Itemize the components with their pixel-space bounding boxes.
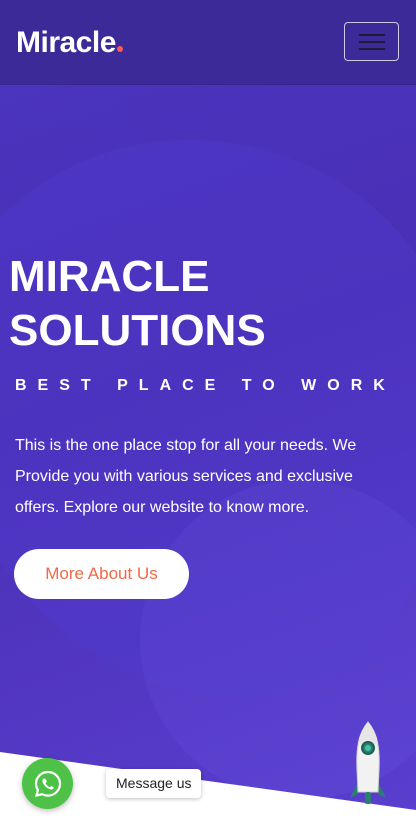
navbar: Miracle [0, 0, 416, 84]
hamburger-menu-icon [359, 34, 385, 36]
brand-logo[interactable]: Miracle [16, 26, 123, 60]
hamburger-bar [359, 41, 385, 43]
hero-title: MIRACLE SOLUTIONS [9, 252, 266, 355]
hero-subtitle: BEST PLACE TO WORK [15, 377, 396, 394]
whatsapp-icon [34, 770, 61, 797]
brand-dot [116, 46, 123, 52]
rocket-icon[interactable] [344, 720, 392, 810]
menu-toggle-button[interactable] [344, 22, 399, 61]
hero-description: This is the one place stop for all your … [15, 437, 357, 516]
page: Miracle MIRACLE SOLUTIONS BEST PLACE TO … [0, 0, 416, 832]
brand-name: Miracle [16, 26, 116, 59]
whatsapp-message-label[interactable]: Message us [106, 769, 202, 798]
more-about-us-button[interactable]: More About Us [14, 549, 189, 599]
hamburger-bar [359, 48, 385, 50]
whatsapp-button[interactable] [22, 758, 73, 809]
